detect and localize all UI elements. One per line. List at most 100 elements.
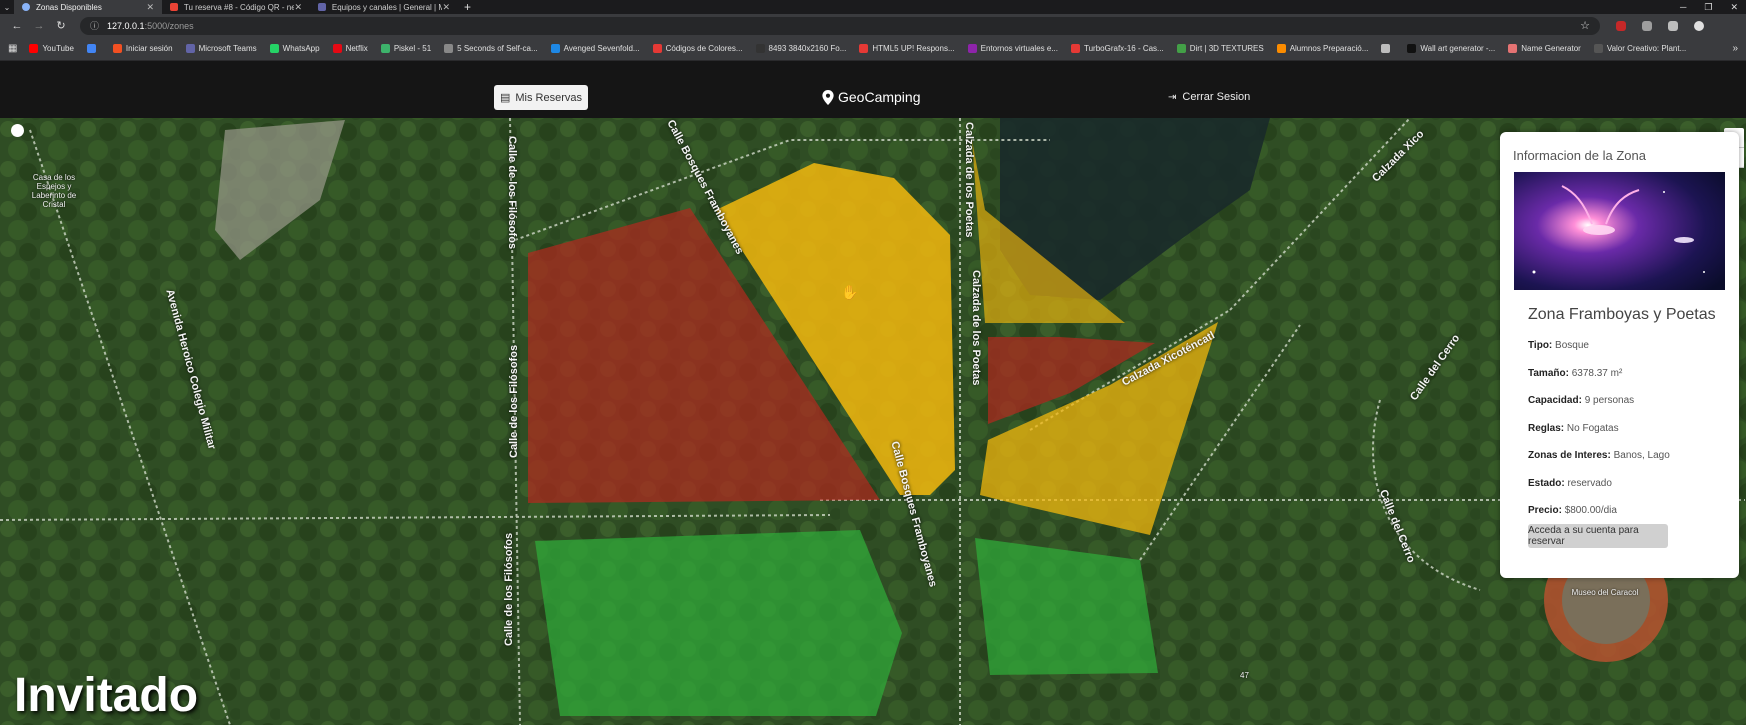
map-pin-icon: [822, 89, 834, 105]
new-tab-icon[interactable]: +: [464, 0, 471, 14]
road-label: Calzada de los Poetas: [970, 270, 982, 386]
login-to-reserve-button[interactable]: Acceda a su cuenta para reservar: [1528, 524, 1668, 548]
bookmark-label: Piskel - 51: [393, 44, 432, 53]
bookmark-label: WhatsApp: [282, 44, 320, 53]
bookmark-label: 8493 3840x2160 Fo...: [768, 44, 847, 53]
reload-icon[interactable]: ↻: [50, 19, 72, 32]
info-capacidad: Capacidad: 9 personas: [1528, 395, 1635, 406]
bookmarks-bar: ▦ YouTube Iniciar sesión Microsoft Teams Wh…: [0, 37, 1746, 61]
bookmark-label: Valor Creativo: Plant...: [1606, 44, 1687, 53]
info-reglas: Reglas: No Fogatas: [1528, 423, 1619, 434]
road-label: Calle de los Filósofos: [508, 344, 520, 458]
menu-icon[interactable]: [1668, 20, 1678, 31]
road-label: Calle de los Filósofos: [503, 532, 515, 646]
bookmark-label: Microsoft Teams: [198, 44, 257, 53]
info-heading: Informacion de la Zona: [1513, 148, 1646, 163]
tab-reserva[interactable]: Tu reserva #8 - Código QR - ne ✕: [162, 0, 310, 14]
close-icon[interactable]: ✕: [442, 2, 450, 13]
logout-link[interactable]: ⇥ Cerrar Sesion: [1168, 91, 1250, 103]
puzzle-icon[interactable]: [1642, 20, 1652, 31]
bookmark-item[interactable]: Iniciar sesión: [112, 44, 173, 53]
tab-equipos[interactable]: Equipos y canales | General | M ✕: [310, 0, 458, 14]
close-icon[interactable]: ✕: [146, 2, 154, 13]
bookmark-item[interactable]: TurboGrafx-16 - Cas...: [1071, 44, 1164, 53]
info-estado: Estado: reservado: [1528, 478, 1612, 489]
close-icon[interactable]: ✕: [294, 2, 302, 13]
profile-avatar[interactable]: [1694, 20, 1704, 31]
zone-name: Zona Framboyas y Poetas: [1528, 306, 1716, 323]
tab-label: Tu reserva #8 - Código QR - ne: [183, 2, 295, 12]
bookmark-label: Netflix: [345, 44, 368, 53]
bookmark-item[interactable]: Dirt | 3D TEXTURES: [1176, 44, 1264, 53]
bookmark-item[interactable]: Name Generator: [1508, 44, 1581, 53]
road-label: Calzada de los Poetas: [963, 122, 975, 238]
bookmark-favicon-icon: [967, 44, 977, 53]
bookmark-label: Dirt | 3D TEXTURES: [1189, 44, 1264, 53]
zone-info-card: Informacion de la Zona Zona Framboyas y …: [1500, 132, 1739, 578]
location-marker[interactable]: [11, 124, 24, 137]
bookmark-label: Entornos virtuales e...: [980, 44, 1058, 53]
bookmark-favicon-icon: [269, 44, 279, 53]
bookmark-item[interactable]: Entornos virtuales e...: [967, 44, 1058, 53]
map-number: 47: [1240, 671, 1249, 680]
bookmark-item[interactable]: Microsoft Teams: [185, 44, 257, 53]
zone-image: [1514, 172, 1725, 290]
minimize-icon[interactable]: ─: [1680, 2, 1686, 12]
bookmark-favicon-icon: [1381, 44, 1391, 53]
info-precio: Precio: $800.00/dia: [1528, 505, 1617, 516]
bookmark-item[interactable]: YouTube: [29, 44, 74, 53]
bookmark-star-icon[interactable]: ☆: [1580, 19, 1590, 32]
map-view[interactable]: Calle de los Filósofos Calle de los Filó…: [0, 118, 1746, 725]
app-brand[interactable]: GeoCamping: [822, 89, 921, 105]
bookmark-item[interactable]: 8493 3840x2160 Fo...: [755, 44, 847, 53]
forward-icon[interactable]: →: [28, 20, 50, 32]
sign-out-icon: ⇥: [1168, 91, 1177, 103]
tab-search-icon[interactable]: ⌄: [0, 3, 14, 12]
bookmark-item[interactable]: [1381, 44, 1394, 53]
extension-icon[interactable]: [1616, 20, 1626, 31]
bookmark-favicon-icon: [1508, 44, 1518, 53]
info-interes: Zonas de Interes: Banos, Lago: [1528, 450, 1670, 461]
bookmark-item[interactable]: [86, 44, 100, 53]
bookmark-item[interactable]: HTML5 UP! Respons...: [859, 44, 955, 53]
bookmark-item[interactable]: Wall art generator -...: [1407, 44, 1495, 53]
bookmark-item[interactable]: Avenged Sevenfold...: [550, 44, 640, 53]
window-controls: ─ ❐ ✕: [1680, 0, 1738, 14]
all-bookmarks-icon[interactable]: »: [1732, 43, 1738, 54]
bookmark-favicon-icon: [112, 44, 122, 53]
bookmark-item[interactable]: Valor Creativo: Plant...: [1593, 44, 1687, 53]
bookmark-item[interactable]: 5 Seconds of Self-ca...: [444, 44, 538, 53]
info-tamano: Tamaño: 6378.37 m²: [1528, 368, 1623, 379]
bookmark-favicon-icon: [1071, 44, 1080, 53]
bookmark-item[interactable]: Alumnos Preparació...: [1276, 44, 1368, 53]
bookmark-item[interactable]: Piskel - 51: [380, 44, 432, 53]
road-label: Calle de los Filósofos: [506, 136, 518, 250]
tab-zonas[interactable]: Zonas Disponibles ✕: [14, 0, 162, 14]
mis-reservas-label: Mis Reservas: [515, 91, 583, 104]
teams-icon: [318, 3, 326, 11]
bookmark-item[interactable]: WhatsApp: [269, 44, 320, 53]
bookmark-favicon-icon: [1593, 44, 1603, 53]
close-window-icon[interactable]: ✕: [1730, 2, 1738, 13]
url-path: :5000/zones: [144, 20, 194, 31]
back-icon[interactable]: ←: [6, 20, 28, 32]
mis-reservas-button[interactable]: ▤ Mis Reservas: [494, 85, 588, 110]
bookmark-label: Wall art generator -...: [1420, 44, 1496, 53]
url-host: 127.0.0.1: [107, 20, 145, 31]
site-info-icon[interactable]: ⓘ: [90, 19, 99, 32]
bookmark-favicon-icon: [1176, 44, 1186, 53]
hand-cursor-icon: ✋: [841, 284, 859, 300]
apps-grid-icon[interactable]: ▦: [8, 43, 17, 54]
zone-libre-1[interactable]: [535, 530, 902, 716]
logout-label: Cerrar Sesion: [1182, 91, 1251, 103]
bookmark-item[interactable]: Códigos de Colores...: [652, 44, 743, 53]
bookmark-favicon-icon: [185, 44, 195, 53]
bookmark-label: Iniciar sesión: [125, 44, 173, 53]
maximize-icon[interactable]: ❐: [1704, 2, 1712, 13]
app-navbar: ▤ Mis Reservas GeoCamping ⇥ Cerrar Sesio…: [0, 76, 1746, 118]
bookmark-item[interactable]: Netflix: [332, 44, 368, 53]
url-input[interactable]: ⓘ 127.0.0.1:5000/zones ☆: [80, 16, 1600, 35]
map-canvas[interactable]: [0, 118, 1746, 725]
tab-label: Equipos y canales | General | M: [331, 2, 443, 12]
bookmark-favicon-icon: [652, 44, 662, 53]
